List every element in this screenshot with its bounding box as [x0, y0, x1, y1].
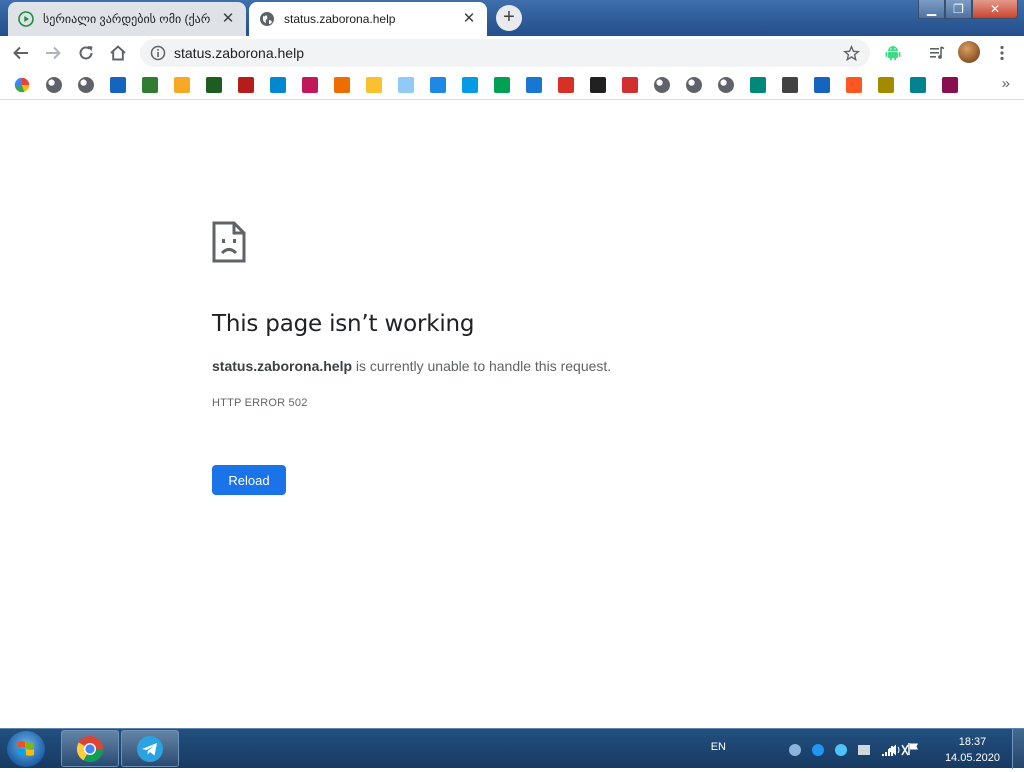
profile-avatar: [958, 41, 980, 63]
maximize-button[interactable]: ❐: [945, 0, 972, 19]
media-control-icon: [930, 46, 945, 59]
address-bar[interactable]: status.zaborona.help: [140, 39, 870, 67]
page-content: This page isn’t working status.zaborona.…: [0, 101, 1024, 728]
cross-icon[interactable]: [814, 77, 830, 93]
l-icon[interactable]: [302, 77, 318, 93]
film-icon[interactable]: [590, 77, 606, 93]
clock-date: 14.05.2020: [944, 752, 1000, 764]
reload-page-button[interactable]: [74, 41, 98, 65]
globe-icon[interactable]: [78, 77, 94, 93]
tab-title: status.zaborona.help: [284, 12, 396, 26]
info-icon[interactable]: [150, 45, 166, 61]
triangle-icon[interactable]: [270, 77, 286, 93]
clock-time: 18:37: [958, 736, 987, 748]
taskbar-telegram[interactable]: [121, 730, 179, 767]
chrome-icon: [76, 736, 104, 763]
star-badge-icon[interactable]: [878, 77, 894, 93]
error-host: status.zaborona.help: [212, 358, 353, 374]
home-icon: [110, 45, 126, 61]
taskbar-chrome[interactable]: [61, 730, 119, 767]
f-icon[interactable]: [846, 77, 862, 93]
j-icon[interactable]: [910, 77, 926, 93]
ad-icon[interactable]: [142, 77, 158, 93]
globe-icon[interactable]: [686, 77, 702, 93]
close-window-button[interactable]: ✕: [972, 0, 1018, 19]
tab-serial[interactable]: სერიალი ვარდების ომი (ქარ ✕: [8, 2, 246, 36]
new-tab-button[interactable]: +: [496, 5, 522, 31]
globe-icon: [260, 12, 274, 26]
t-icon[interactable]: [334, 77, 350, 93]
c-icon[interactable]: [238, 77, 254, 93]
sad-document-icon: [212, 221, 246, 263]
media-control-button[interactable]: [925, 41, 949, 65]
close-tab-icon[interactable]: ✕: [220, 11, 236, 27]
url-text[interactable]: status.zaborona.help: [174, 45, 843, 61]
wallet-icon[interactable]: [366, 77, 382, 93]
show-desktop-button[interactable]: [1012, 729, 1024, 769]
gmail-icon[interactable]: [558, 77, 574, 93]
bookmarks-overflow-button[interactable]: »: [1002, 75, 1010, 92]
profile-button[interactable]: [957, 40, 981, 64]
close-tab-icon[interactable]: ✕: [461, 11, 477, 27]
browser-toolbar: status.zaborona.help: [0, 36, 1024, 70]
start-button[interactable]: [7, 731, 45, 767]
window-controls: ▁ ❐ ✕: [918, 0, 1018, 20]
menu-button[interactable]: [990, 41, 1014, 65]
error-code: HTTP ERROR 502: [212, 397, 308, 409]
maltese-cross-icon[interactable]: [942, 77, 958, 93]
bookmarks-bar: »: [0, 70, 1024, 100]
android-extension-button[interactable]: [881, 41, 905, 65]
glasses-icon[interactable]: [174, 77, 190, 93]
android-extension-icon: [885, 46, 901, 61]
reload-button[interactable]: Reload: [212, 465, 286, 495]
google-icon[interactable]: [14, 77, 30, 93]
chart-icon[interactable]: [398, 77, 414, 93]
clock[interactable]: 18:37 14.05.2020: [945, 734, 1000, 766]
bird-icon[interactable]: [526, 77, 542, 93]
play-store-icon[interactable]: [494, 77, 510, 93]
back-button[interactable]: [9, 41, 33, 65]
tab-status-zaborona[interactable]: status.zaborona.help ✕: [249, 2, 487, 36]
tab-title: სერიალი ვარდების ომი (ქარ: [43, 12, 211, 26]
menu-icon: [1000, 45, 1004, 61]
action-center-flag-icon[interactable]: [908, 742, 920, 756]
error-message-text: is currently unable to handle this reque…: [352, 358, 612, 374]
taskbar: EN 18:37 14.05.2020: [0, 728, 1024, 769]
my-icon[interactable]: [622, 77, 638, 93]
language-indicator[interactable]: EN: [711, 741, 726, 753]
back-icon: [13, 46, 28, 60]
clapper-icon[interactable]: [782, 77, 798, 93]
error-title: This page isn’t working: [212, 311, 475, 337]
forward-button[interactable]: [41, 41, 65, 65]
play-circle-icon: [18, 11, 34, 27]
forward-icon: [46, 46, 61, 60]
globe-icon[interactable]: [718, 77, 734, 93]
play-icon[interactable]: [750, 77, 766, 93]
star-icon[interactable]: [843, 44, 860, 62]
error-message: status.zaborona.help is currently unable…: [212, 358, 611, 374]
volume-icon[interactable]: [888, 743, 902, 757]
globe-icon[interactable]: [46, 77, 62, 93]
badge-icon[interactable]: [206, 77, 222, 93]
telegram-icon[interactable]: [430, 77, 446, 93]
tab-strip: სერიალი ვარდების ომი (ქარ ✕ status.zabor…: [0, 0, 1024, 36]
mail-icon[interactable]: [110, 77, 126, 93]
telegram-icon: [137, 736, 163, 762]
minimize-button[interactable]: ▁: [918, 0, 945, 19]
podcast-icon[interactable]: [462, 77, 478, 93]
reload-icon: [79, 46, 93, 60]
home-button[interactable]: [106, 41, 130, 65]
windows-logo-icon: [18, 741, 34, 756]
globe-icon[interactable]: [654, 77, 670, 93]
